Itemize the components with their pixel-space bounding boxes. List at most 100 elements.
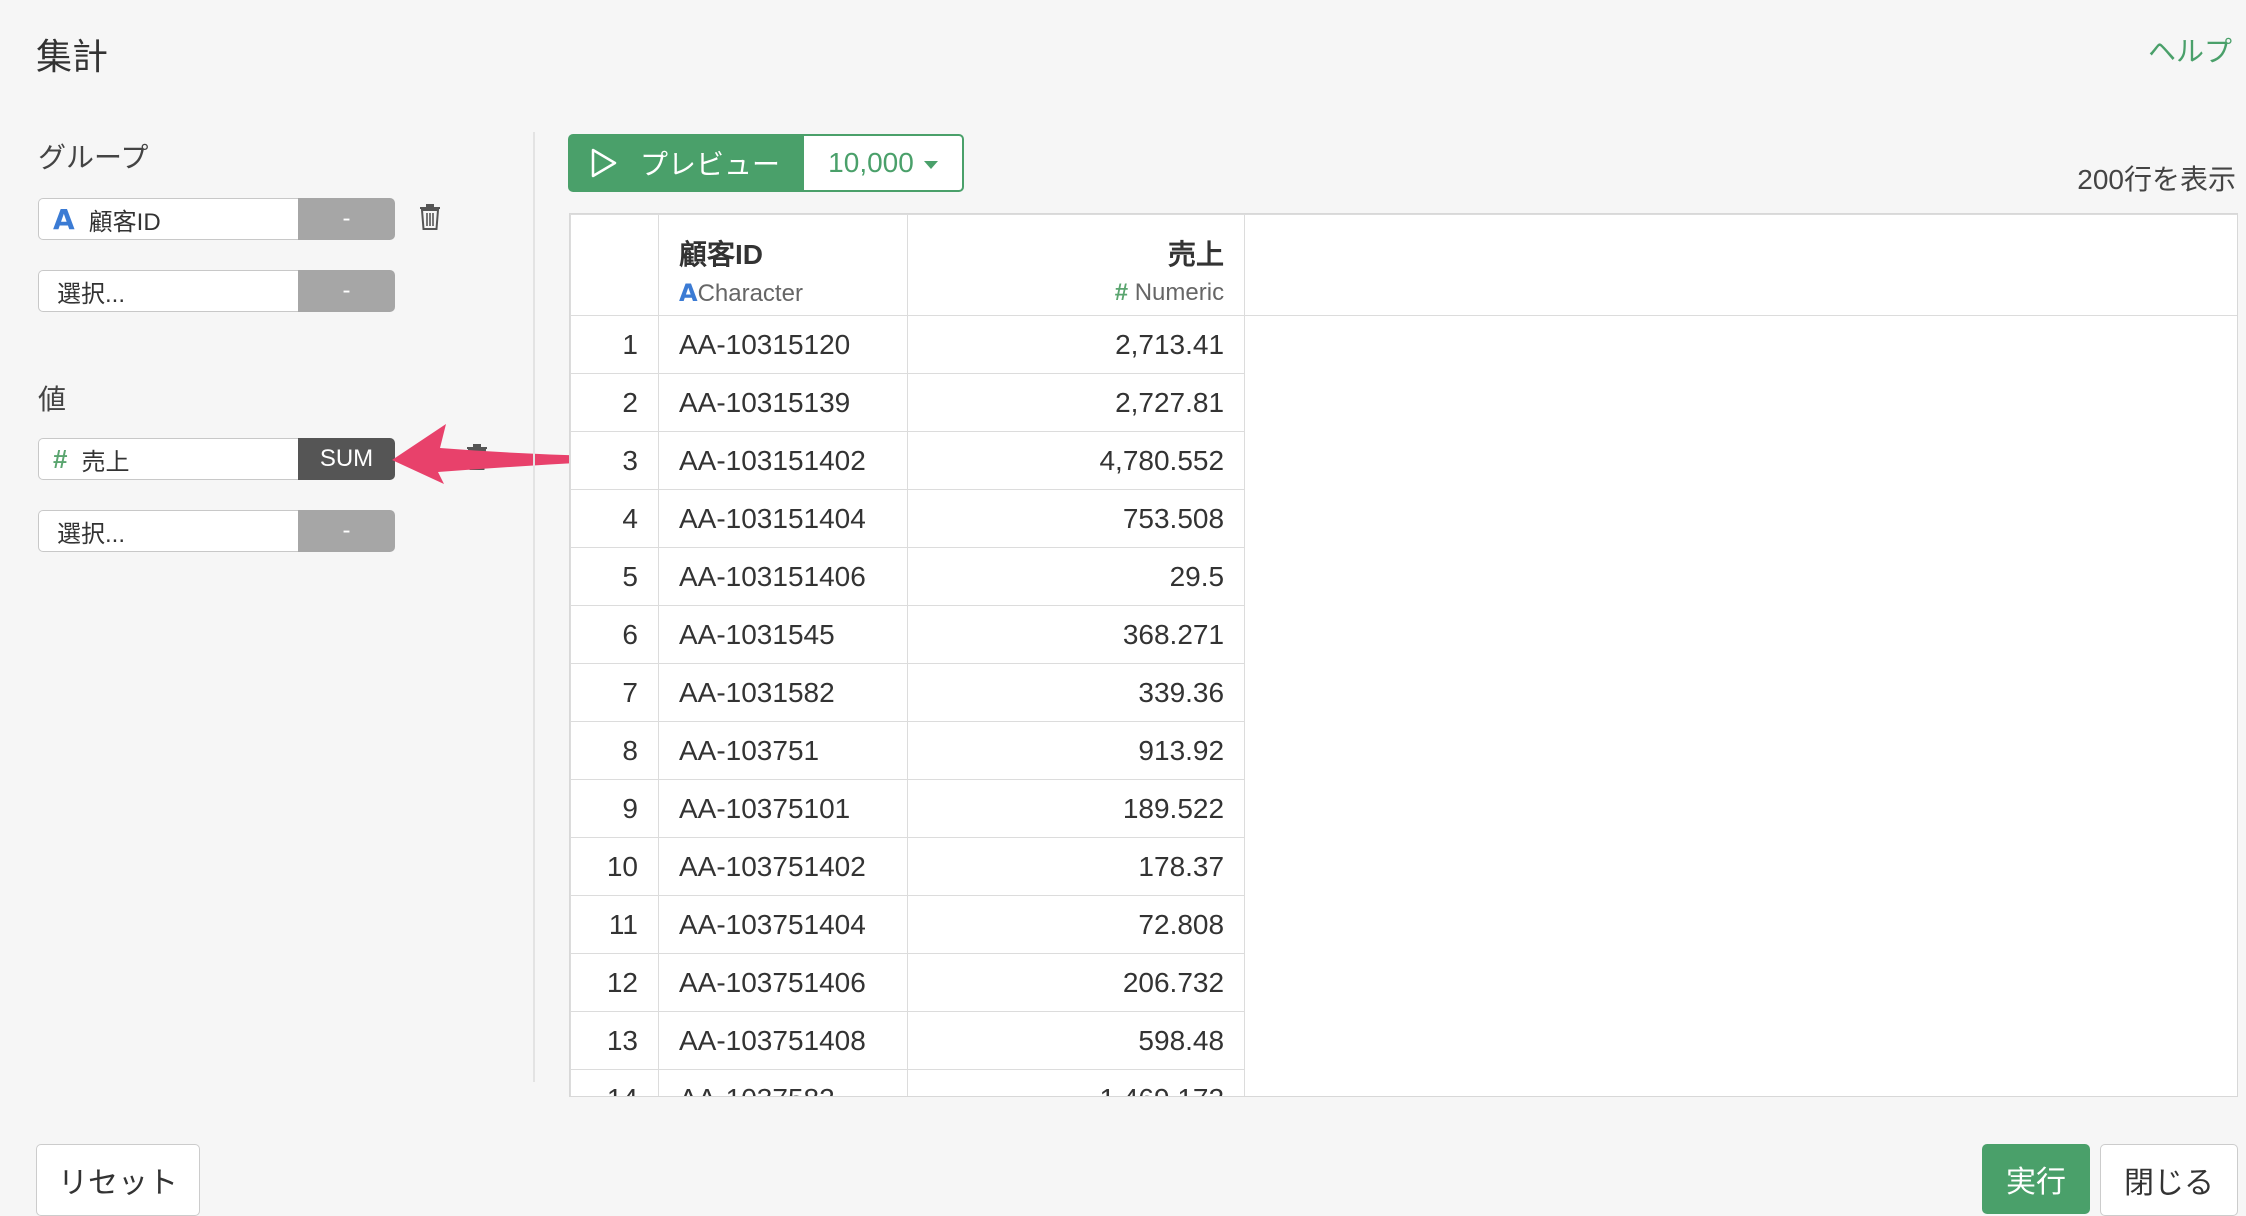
group-field-select[interactable]: A 顧客ID [38,198,299,240]
column-name: 売上 [1168,239,1225,270]
group-empty-row: 選択... - [38,270,396,314]
sales-cell: 206.732 [906,953,1246,1012]
table-row[interactable]: 6 AA-1031545 368.271 [570,605,2238,664]
dialog-title: 集計 [36,36,109,77]
row-index: 1 [570,315,659,374]
numeric-type-icon: # [53,443,68,474]
customer-id-cell: AA-103151404 [657,489,908,548]
sales-cell: 1,469.172 [906,1069,1246,1096]
trash-icon[interactable] [419,204,441,230]
customer-id-cell: AA-103151402 [657,431,908,490]
close-button[interactable]: 閉じる [2100,1144,2238,1216]
table-row[interactable]: 9 AA-10375101 189.522 [570,779,2238,838]
sales-cell: 29.5 [906,547,1246,606]
column-name: 顧客ID [678,239,763,270]
sales-cell: 178.37 [906,837,1246,896]
column-type-label: Numeric [1134,279,1225,306]
sales-cell: 72.808 [906,895,1246,954]
table-row[interactable]: 5 AA-103151406 29.5 [570,547,2238,606]
group-field-option-button[interactable]: - [298,198,395,240]
customer-id-cell: AA-103751406 [657,953,908,1012]
table-row[interactable]: 13 AA-103751408 598.48 [570,1011,2238,1070]
customer-id-cell: AA-103751404 [657,895,908,954]
table-row[interactable]: 4 AA-103151404 753.508 [570,489,2238,548]
preview-button[interactable]: プレビュー [568,134,804,192]
sales-cell: 2,713.41 [906,315,1246,374]
group-field-row: A 顧客ID - [38,198,396,242]
row-index: 5 [570,547,659,606]
empty-cell [1245,954,2237,1012]
help-link[interactable]: ヘルプ [2148,30,2232,70]
value-empty-select[interactable]: 選択... [38,510,299,552]
value-field-select[interactable]: # 売上 [38,438,299,480]
empty-cell [1245,606,2237,664]
customer-id-cell: AA-1037582 [657,1069,908,1096]
empty-cell [1245,316,2237,374]
play-icon [591,148,617,178]
row-index: 9 [570,779,659,838]
customer-id-cell: AA-10315139 [657,373,908,432]
group-empty-select[interactable]: 選択... [38,270,299,312]
value-empty-option-button[interactable]: - [298,510,395,552]
sales-cell: 753.508 [906,489,1246,548]
empty-cell [1245,490,2237,548]
preview-table[interactable]: 顧客ID ACharacter 売上 # Numeric 1 AA-1031512… [569,213,2238,1097]
index-column-header [570,214,659,316]
row-index: 7 [570,663,659,722]
empty-header-space [1244,214,2237,316]
row-index: 14 [570,1069,659,1096]
value-section-label: 値 [38,384,67,415]
customer-id-cell: AA-103151406 [657,547,908,606]
empty-cell [1245,1070,2237,1097]
column-type-label: Character [697,280,803,307]
customer-id-cell: AA-1031545 [657,605,908,664]
row-index: 11 [570,895,659,954]
numeric-type-icon: # [1114,279,1129,306]
table-row[interactable]: 7 AA-1031582 339.36 [570,663,2238,722]
sales-cell: 913.92 [906,721,1246,780]
value-field-row: # 売上 SUM [38,438,396,482]
sales-cell: 598.48 [906,1011,1246,1070]
sales-cell: 189.522 [906,779,1246,838]
column-header-sales[interactable]: 売上 # Numeric [906,214,1246,316]
table-row[interactable]: 8 AA-103751 913.92 [570,721,2238,780]
row-index: 13 [570,1011,659,1070]
customer-id-cell: AA-10315120 [657,315,908,374]
column-type: # Numeric [908,279,1225,307]
rows-shown-label: 200行を表示 [2077,164,2236,195]
row-index: 8 [570,721,659,780]
table-row[interactable]: 10 AA-103751402 178.37 [570,837,2238,896]
value-field-name: 売上 [81,448,130,476]
table-row[interactable]: 12 AA-103751406 206.732 [570,953,2238,1012]
row-index: 6 [570,605,659,664]
group-empty-placeholder: 選択... [57,280,126,308]
empty-cell [1245,896,2237,954]
character-type-icon: A [678,279,698,307]
table-row[interactable]: 14AA-10375821,469.172 [570,1069,2238,1097]
sales-cell: 368.271 [906,605,1246,664]
panel-divider [533,132,535,1082]
empty-cell [1245,548,2237,606]
table-row[interactable]: 11 AA-103751404 72.808 [570,895,2238,954]
table-row[interactable]: 1 AA-10315120 2,713.41 [570,315,2238,374]
row-index: 12 [570,953,659,1012]
column-header-customer-id[interactable]: 顧客ID ACharacter [657,214,908,316]
reset-button[interactable]: リセット [36,1144,200,1216]
customer-id-cell: AA-10375101 [657,779,908,838]
customer-id-cell: AA-103751408 [657,1011,908,1070]
table-row[interactable]: 2 AA-10315139 2,727.81 [570,373,2238,432]
sum-function-button[interactable]: SUM [298,438,395,480]
value-empty-row: 選択... - [38,510,396,554]
customer-id-cell: AA-1031582 [657,663,908,722]
row-index: 2 [570,373,659,432]
empty-cell [1245,838,2237,896]
empty-cell [1245,780,2237,838]
value-empty-placeholder: 選択... [57,520,126,548]
row-index: 4 [570,489,659,548]
character-type-icon: A [53,202,75,236]
empty-cell [1245,374,2237,432]
row-count-dropdown[interactable]: 10,000 [804,134,964,192]
table-row[interactable]: 3 AA-103151402 4,780.552 [570,431,2238,490]
group-empty-option-button[interactable]: - [298,270,395,312]
row-index: 3 [570,431,659,490]
